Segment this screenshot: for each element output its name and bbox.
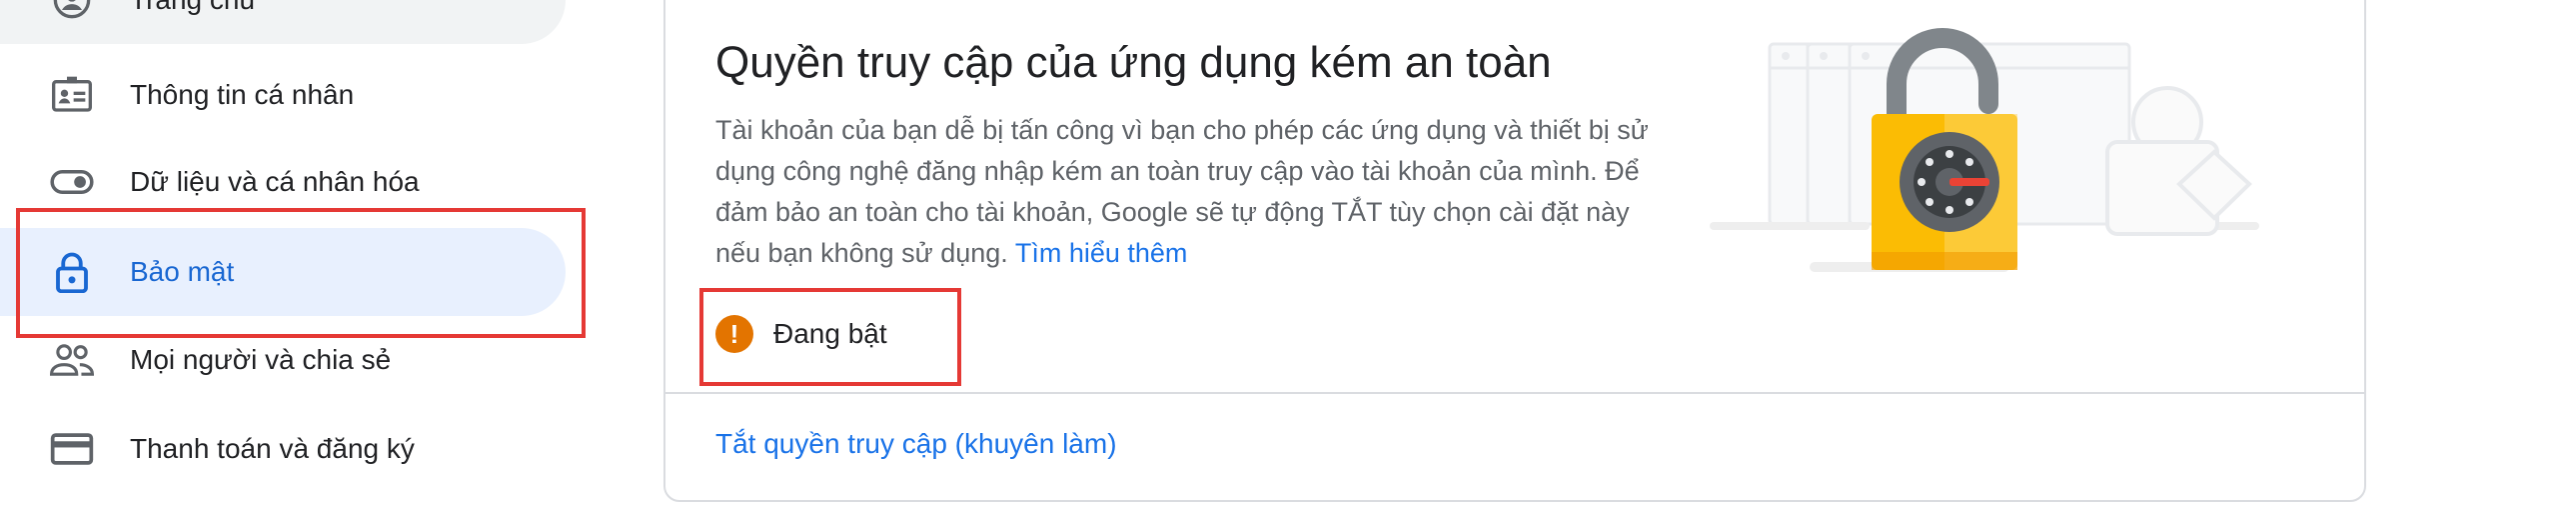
turn-off-access-link[interactable]: Tắt quyền truy cập (khuyên làm) (715, 428, 1117, 460)
card-description: Tài khoản của bạn dễ bị tấn công vì bạn … (715, 110, 1675, 274)
sidebar: Trang chủ Thông tin cá nhân Dữ liệu và c… (0, 0, 600, 512)
people-icon (48, 336, 96, 384)
less-secure-apps-card: Quyền truy cập của ứng dụng kém an toàn … (663, 0, 2366, 502)
sidebar-item-payments[interactable]: Thanh toán và đăng ký (0, 405, 566, 493)
sidebar-item-label: Thông tin cá nhân (130, 79, 355, 110)
toggle-icon (48, 158, 96, 206)
sidebar-item-personal-info[interactable]: Thông tin cá nhân (0, 51, 566, 139)
highlight-box-status (699, 288, 961, 386)
divider (665, 392, 2364, 394)
sidebar-item-label: Dữ liệu và cá nhân hóa (130, 166, 420, 197)
sidebar-item-label: Mọi người và chia sẻ (130, 344, 392, 375)
sidebar-item-home[interactable]: Trang chủ (0, 0, 566, 44)
learn-more-link[interactable]: Tìm hiểu thêm (1015, 238, 1188, 268)
card-title: Quyền truy cập của ứng dụng kém an toàn (715, 38, 1552, 87)
home-user-icon (48, 0, 96, 24)
sidebar-item-label: Thanh toán và đăng ký (130, 433, 415, 464)
id-card-icon (48, 71, 96, 119)
highlight-box-security (16, 208, 586, 338)
padlock-illustration (1710, 22, 2289, 292)
credit-card-icon (48, 425, 96, 473)
sidebar-item-label: Trang chủ (130, 0, 255, 16)
